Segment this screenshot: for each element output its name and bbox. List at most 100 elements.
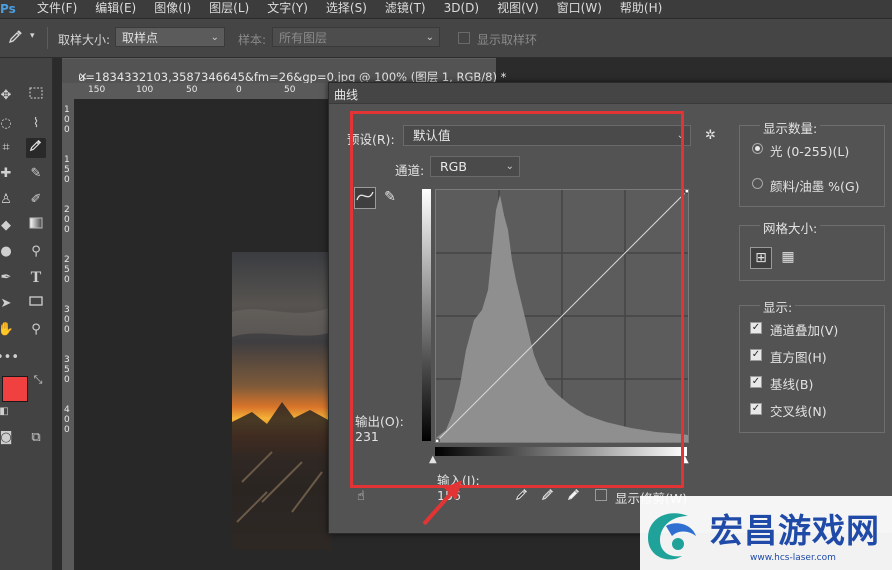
ruler-vertical: 100150200250300350400: [62, 99, 74, 570]
display-light-radio[interactable]: [752, 143, 763, 154]
white-eyedropper-icon[interactable]: [567, 487, 581, 505]
ruler-label: 0: [64, 415, 70, 425]
ruler-label: 5: [64, 165, 70, 175]
ruler-label: 0: [64, 115, 70, 125]
chevron-down-icon: ⌄: [425, 32, 434, 43]
intersection-line-checkbox[interactable]: ✓: [750, 403, 762, 415]
ruler-label: 2: [64, 205, 70, 215]
baseline-checkbox[interactable]: ✓: [750, 376, 762, 388]
document-tab[interactable]: u=1834332103,3587346645&fm=26&gp=0.jpg @…: [62, 58, 506, 84]
menu-item[interactable]: 图像(I): [145, 0, 200, 16]
menu-item[interactable]: 滤镜(T): [376, 0, 435, 16]
foreground-color-swatch[interactable]: [2, 376, 28, 402]
grid-size-label: 网格大小:: [760, 218, 821, 237]
menu-item[interactable]: 帮助(H): [611, 0, 671, 16]
default-colors-icon[interactable]: ◧: [0, 402, 14, 422]
stamp-tool-icon[interactable]: ♙: [0, 190, 16, 210]
ruler-label: 5: [64, 365, 70, 375]
display-pigment-label: 颜料/油墨 %(G): [770, 179, 860, 194]
black-eyedropper-icon[interactable]: [515, 487, 529, 505]
lasso-tool-icon[interactable]: ◌: [0, 114, 16, 134]
gray-eyedropper-icon[interactable]: [541, 487, 555, 505]
hand-tool-icon[interactable]: ✋: [0, 320, 16, 340]
channel-overlay-checkbox[interactable]: ✓: [750, 322, 762, 334]
ruler-label: 0: [64, 275, 70, 285]
preset-options-gear-icon[interactable]: ✲: [705, 128, 716, 143]
show-ring-checkbox[interactable]: [458, 32, 470, 44]
eyedropper-tool-icon[interactable]: [26, 138, 46, 158]
ruler-label: 4: [64, 405, 70, 415]
display-amount-label: 显示数量:: [760, 118, 821, 137]
watermark-url: www.hcs-laser.com: [750, 553, 836, 563]
menu-items: 文件(F) 编辑(E) 图像(I) 图层(L) 文字(Y) 选择(S) 滤镜(T) 3D(D)…: [28, 0, 671, 16]
menu-item[interactable]: 文件(F): [28, 0, 86, 16]
quick-mask-icon[interactable]: ◙: [0, 428, 16, 448]
ruler-label: 50: [284, 85, 296, 95]
annotation-arrow: [422, 480, 462, 526]
menu-item[interactable]: 图层(L): [200, 0, 258, 16]
tool-preset-caret-icon[interactable]: ▾: [30, 31, 35, 41]
path-select-tool-icon[interactable]: ➤: [0, 294, 16, 314]
menu-item[interactable]: 编辑(E): [86, 0, 145, 16]
ruler-label: 0: [64, 175, 70, 185]
blur-tool-icon[interactable]: ●: [0, 242, 16, 262]
healing-brush-tool-icon[interactable]: ✚: [0, 164, 16, 184]
dialog-title-bar[interactable]: 曲线: [329, 83, 892, 104]
menu-bar: Ps 文件(F) 编辑(E) 图像(I) 图层(L) 文字(Y) 选择(S) 滤镜(T) 3D…: [0, 0, 892, 19]
watermark-title: 宏昌游戏网: [710, 511, 880, 550]
watermark-logo-icon: [648, 513, 696, 560]
brush-tool-icon[interactable]: ✎: [26, 164, 46, 184]
ruler-label: 0: [64, 215, 70, 225]
eyedropper-tool-icon[interactable]: [6, 28, 26, 48]
swap-colors-icon[interactable]: ⤡: [28, 370, 48, 390]
crop-tool-icon[interactable]: ⌗: [0, 138, 16, 158]
dialog-title: 曲线: [334, 88, 359, 102]
ruler-label: 0: [64, 425, 70, 435]
intersection-line-label: 交叉线(N): [770, 404, 827, 419]
show-label: 显示:: [760, 297, 796, 316]
document-image[interactable]: [232, 252, 332, 550]
options-bar: ▾ 取样大小: 取样点 ⌄ 样本: 所有图层 ⌄ 显示取样环: [0, 19, 892, 58]
ruler-label: 3: [64, 305, 70, 315]
grid-simple-icon[interactable]: ⊞: [750, 247, 772, 269]
menu-item[interactable]: 3D(D): [435, 0, 488, 16]
display-pigment-radio[interactable]: [752, 178, 763, 189]
dodge-tool-icon[interactable]: ⚲: [26, 242, 46, 262]
show-clipping-checkbox[interactable]: [595, 489, 607, 501]
ruler-label: 1: [64, 105, 70, 115]
screen-mode-icon[interactable]: ⧉: [26, 428, 46, 448]
menu-item[interactable]: 选择(S): [317, 0, 376, 16]
zoom-tool-icon[interactable]: ⚲: [26, 320, 46, 340]
more-tools-icon[interactable]: •••: [0, 348, 19, 368]
close-icon[interactable]: ×: [78, 69, 88, 83]
ruler-label: 50: [186, 85, 198, 95]
ruler-label: 0: [64, 375, 70, 385]
menu-item[interactable]: 窗口(W): [548, 0, 611, 16]
ruler-label: 2: [64, 255, 70, 265]
sample-size-label: 取样大小:: [58, 33, 111, 47]
ruler-label: 0: [64, 315, 70, 325]
pen-tool-icon[interactable]: ✒: [0, 268, 16, 288]
move-tool-icon[interactable]: ✥: [0, 86, 16, 106]
sample-size-select[interactable]: 取样点 ⌄: [115, 27, 225, 47]
on-image-adjust-icon[interactable]: ☝: [357, 489, 365, 504]
eraser-tool-icon[interactable]: ◆: [0, 216, 16, 236]
ruler-label: 1: [64, 155, 70, 165]
sample-select[interactable]: 所有图层 ⌄: [272, 27, 440, 47]
type-tool-icon[interactable]: T: [26, 268, 46, 288]
ruler-label: 0: [64, 225, 70, 235]
baseline-label: 基线(B): [770, 377, 814, 392]
watermark: 宏昌游戏网 www.hcs-laser.com: [640, 496, 892, 570]
menu-item[interactable]: 文字(Y): [258, 0, 317, 16]
show-ring-label: 显示取样环: [477, 33, 538, 47]
menu-item[interactable]: 视图(V): [488, 0, 548, 16]
quick-select-tool-icon[interactable]: ⌇: [26, 114, 46, 134]
histogram-checkbox[interactable]: ✓: [750, 349, 762, 361]
gradient-tool-icon[interactable]: [26, 216, 46, 236]
rectangle-tool-icon[interactable]: [26, 294, 46, 314]
marquee-tool-icon[interactable]: [26, 86, 46, 106]
grid-detailed-icon[interactable]: ▦: [777, 247, 799, 269]
history-brush-tool-icon[interactable]: ✐: [26, 190, 46, 210]
ruler-label: 0: [64, 325, 70, 335]
histogram-label: 直方图(H): [770, 350, 827, 365]
